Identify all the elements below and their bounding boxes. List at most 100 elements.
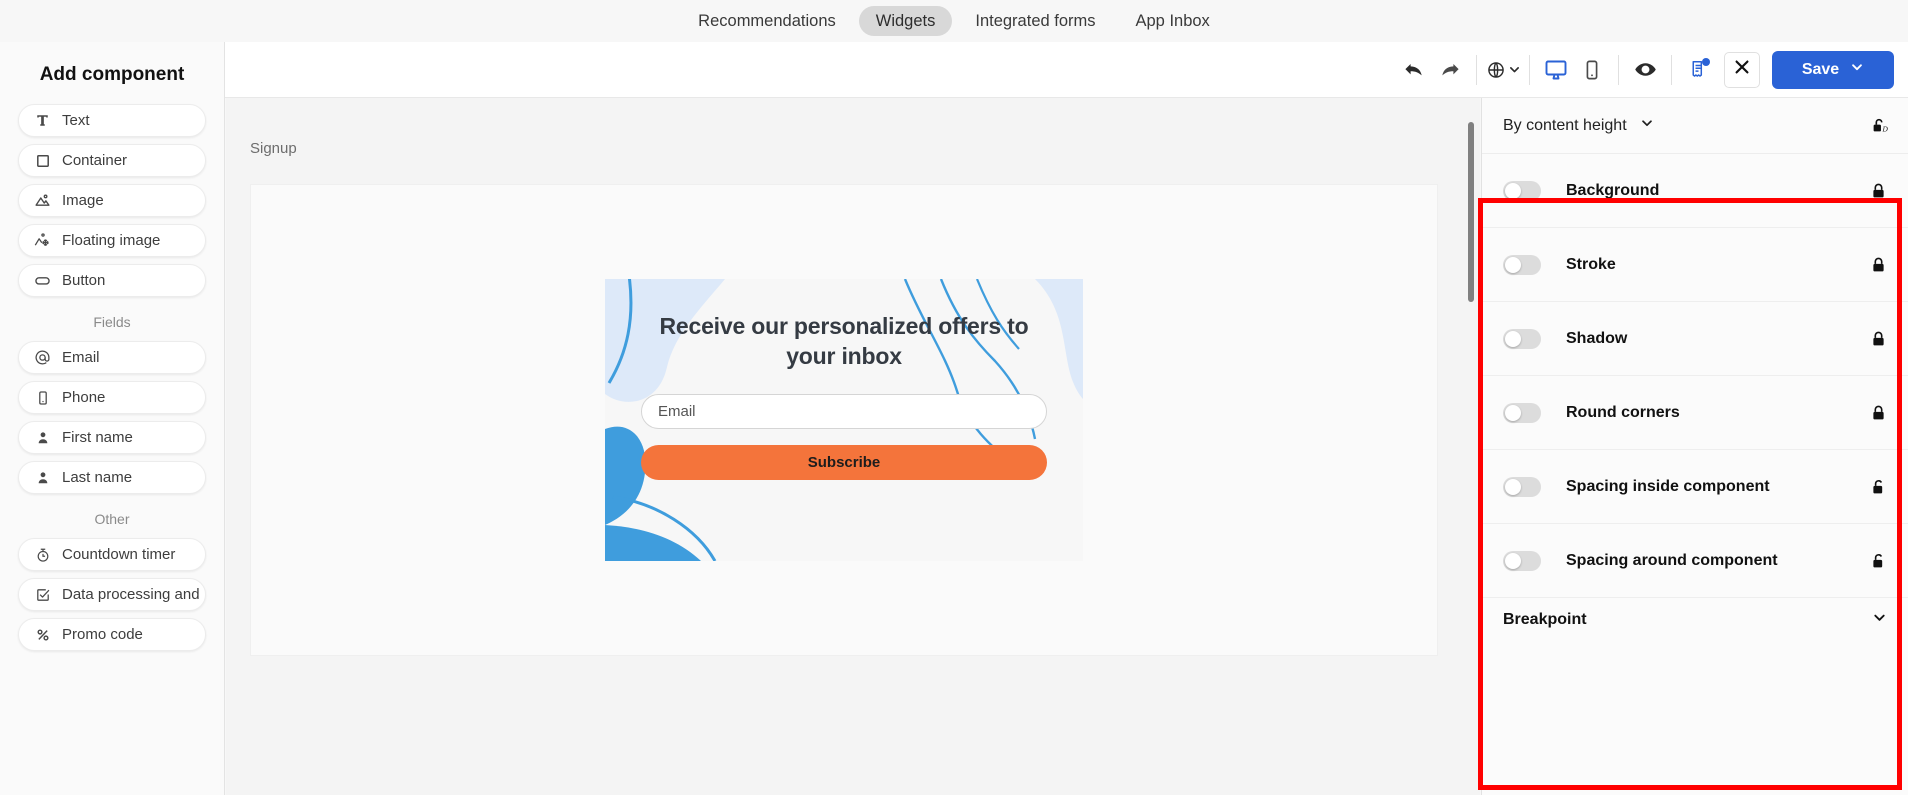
close-button[interactable] bbox=[1724, 51, 1760, 88]
container-icon bbox=[34, 152, 51, 169]
eye-icon[interactable] bbox=[1627, 52, 1663, 88]
desktop-icon[interactable] bbox=[1538, 52, 1574, 88]
language-selector[interactable] bbox=[1485, 52, 1521, 88]
unlock-all-icon[interactable]: D bbox=[1871, 116, 1889, 135]
component-label: Floating image bbox=[62, 232, 161, 249]
property-label: Stroke bbox=[1566, 255, 1616, 273]
email-input[interactable]: Email bbox=[641, 393, 1047, 429]
background-toggle[interactable] bbox=[1503, 180, 1541, 201]
breakpoint-section[interactable]: Breakpoint bbox=[1482, 598, 1908, 642]
fields-list: Email Phone First name Last name bbox=[0, 341, 224, 494]
undo-icon[interactable] bbox=[1396, 52, 1432, 88]
close-icon bbox=[1732, 57, 1752, 82]
property-label: Spacing inside component bbox=[1566, 477, 1770, 495]
spacing-around-toggle[interactable] bbox=[1503, 550, 1541, 571]
unlock-icon[interactable] bbox=[1869, 553, 1887, 569]
add-component-sidebar: Add component Text Container Image Float… bbox=[0, 42, 225, 795]
subscribe-button[interactable]: Subscribe bbox=[641, 444, 1047, 480]
property-row-background[interactable]: Background bbox=[1482, 154, 1908, 228]
chevron-down-icon bbox=[1508, 63, 1521, 76]
phone-icon bbox=[34, 389, 51, 406]
person-icon bbox=[34, 469, 51, 486]
button-icon bbox=[34, 272, 51, 289]
widget-name-label: Signup bbox=[250, 140, 297, 157]
field-last-name[interactable]: Last name bbox=[18, 461, 206, 494]
property-row-stroke[interactable]: Stroke bbox=[1482, 228, 1908, 302]
property-row-shadow[interactable]: Shadow bbox=[1482, 302, 1908, 376]
lock-icon[interactable] bbox=[1869, 331, 1887, 347]
field-email[interactable]: Email bbox=[18, 341, 206, 374]
component-label: Container bbox=[62, 152, 128, 169]
toolbar-divider bbox=[1671, 54, 1672, 85]
other-promo-code[interactable]: Promo code bbox=[18, 618, 206, 651]
globe-icon bbox=[1486, 60, 1506, 80]
toolbar-divider bbox=[1529, 54, 1530, 85]
breakpoint-label: Breakpoint bbox=[1503, 611, 1587, 628]
property-row-round-corners[interactable]: Round corners bbox=[1482, 376, 1908, 450]
shadow-toggle[interactable] bbox=[1503, 328, 1541, 349]
property-row-spacing-inside[interactable]: Spacing inside component bbox=[1482, 450, 1908, 524]
component-container[interactable]: Container bbox=[18, 144, 206, 177]
other-group-label: Other bbox=[94, 511, 130, 527]
editor-toolbar: Save bbox=[225, 42, 1908, 98]
chevron-down-icon bbox=[1640, 116, 1654, 135]
component-button[interactable]: Button bbox=[18, 264, 206, 297]
component-label: Button bbox=[62, 272, 106, 289]
percent-icon bbox=[34, 626, 51, 643]
timer-icon bbox=[34, 546, 51, 563]
property-label: Background bbox=[1566, 181, 1660, 199]
mobile-icon[interactable] bbox=[1574, 52, 1610, 88]
widget-title: Receive our personalized offers to your … bbox=[659, 313, 1029, 370]
round-corners-toggle[interactable] bbox=[1503, 402, 1541, 423]
signup-widget[interactable]: Receive our personalized offers to your … bbox=[605, 279, 1083, 561]
lock-icon[interactable] bbox=[1869, 405, 1887, 421]
other-countdown-timer[interactable]: Countdown timer bbox=[18, 538, 206, 571]
lock-icon[interactable] bbox=[1869, 183, 1887, 199]
save-button[interactable]: Save bbox=[1772, 50, 1894, 89]
tab-recommendations[interactable]: Recommendations bbox=[681, 6, 853, 37]
property-rows: Background Stroke Shadow Round corners S… bbox=[1482, 154, 1908, 642]
at-icon bbox=[34, 349, 51, 366]
property-row-spacing-around[interactable]: Spacing around component bbox=[1482, 524, 1908, 598]
field-first-name[interactable]: First name bbox=[18, 421, 206, 454]
component-text[interactable]: Text bbox=[18, 104, 206, 137]
component-label: Image bbox=[62, 192, 104, 209]
widget-content: Receive our personalized offers to your … bbox=[605, 279, 1083, 480]
floating-image-icon bbox=[34, 232, 51, 249]
component-list: Text Container Image Floating image Butt… bbox=[0, 104, 224, 297]
stroke-toggle[interactable] bbox=[1503, 254, 1541, 275]
redo-icon[interactable] bbox=[1432, 52, 1468, 88]
field-label: Email bbox=[62, 349, 100, 366]
lock-icon[interactable] bbox=[1869, 257, 1887, 273]
field-label: First name bbox=[62, 429, 133, 446]
checkbox-icon bbox=[34, 586, 51, 603]
field-label: Last name bbox=[62, 469, 133, 486]
component-floating-image[interactable]: Floating image bbox=[18, 224, 206, 257]
component-image[interactable]: Image bbox=[18, 184, 206, 217]
chevron-down-icon bbox=[1850, 60, 1864, 79]
tab-integrated-forms[interactable]: Integrated forms bbox=[958, 6, 1112, 37]
other-data-processing[interactable]: Data processing and bbox=[18, 578, 206, 611]
property-label: Spacing around component bbox=[1566, 551, 1778, 569]
notification-dot bbox=[1702, 57, 1710, 66]
clipboard-icon[interactable] bbox=[1680, 52, 1716, 88]
top-tab-bar: Recommendations Widgets Integrated forms… bbox=[0, 0, 1908, 42]
height-mode-dropdown[interactable]: By content height bbox=[1503, 116, 1654, 135]
field-phone[interactable]: Phone bbox=[18, 381, 206, 414]
editor-canvas: Signup Receive our personalized offers t… bbox=[226, 98, 1480, 795]
other-label: Data processing and bbox=[62, 586, 200, 603]
toolbar-divider bbox=[1618, 54, 1619, 85]
tab-widgets[interactable]: Widgets bbox=[858, 5, 953, 37]
svg-text:D: D bbox=[1881, 125, 1888, 134]
widget-frame[interactable]: Receive our personalized offers to your … bbox=[250, 184, 1438, 656]
properties-panel: By content height D Background Stroke Sh… bbox=[1481, 98, 1908, 795]
toolbar-divider bbox=[1476, 54, 1477, 85]
other-label: Countdown timer bbox=[62, 546, 176, 563]
canvas-scrollbar[interactable] bbox=[1468, 122, 1474, 302]
unlock-icon[interactable] bbox=[1869, 479, 1887, 495]
spacing-inside-toggle[interactable] bbox=[1503, 476, 1541, 497]
sidebar-title: Add component bbox=[39, 64, 185, 85]
other-label: Promo code bbox=[62, 626, 143, 643]
save-label: Save bbox=[1801, 60, 1840, 78]
tab-app-inbox[interactable]: App Inbox bbox=[1119, 6, 1227, 37]
